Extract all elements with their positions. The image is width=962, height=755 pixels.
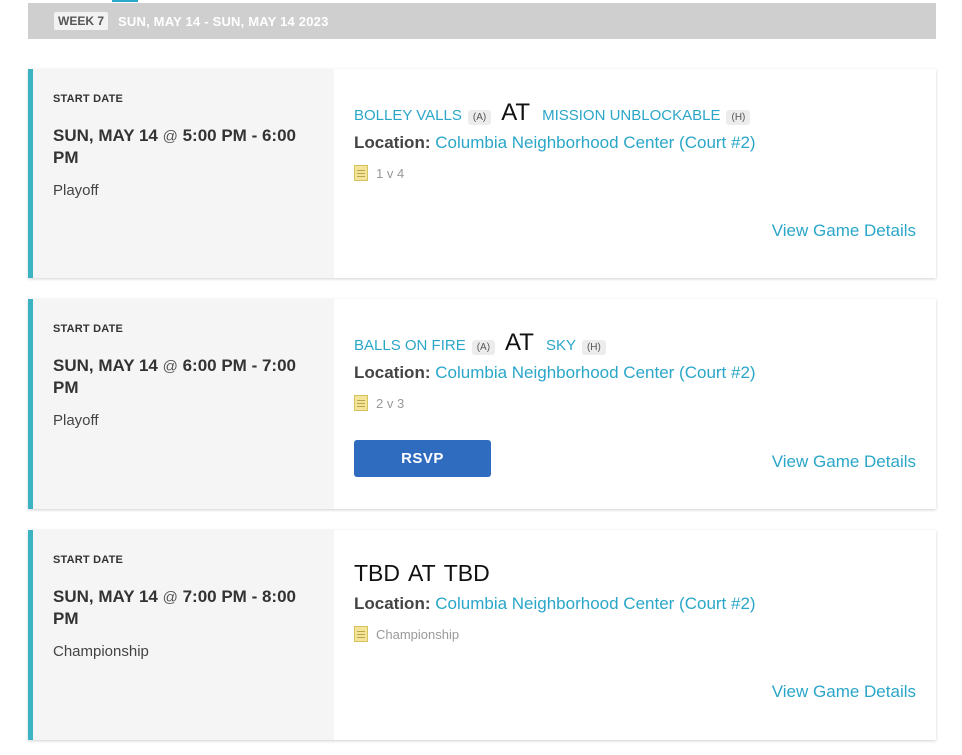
rsvp-button[interactable]: RSVP (354, 440, 491, 477)
note-icon (354, 165, 368, 181)
week-header: WEEK 7 SUN, MAY 14 - SUN, MAY 14 2023 (28, 3, 936, 39)
start-date-label: START DATE (53, 93, 124, 105)
game-note-text: 1 v 4 (376, 165, 405, 181)
at-symbol: @ (162, 358, 178, 375)
home-team: TBD (443, 560, 490, 586)
week-date-range: SUN, MAY 14 - SUN, MAY 14 2023 (118, 13, 329, 29)
game-card: START DATE SUN, MAY 14 @ 5:00 PM - 6:00 … (28, 69, 936, 278)
game-time: SUN, MAY 14 @ 7:00 PM - 8:00 PM (53, 586, 313, 629)
location: Location: Columbia Neighborhood Center (… (354, 363, 936, 383)
at-symbol: @ (162, 128, 178, 145)
location-link[interactable]: Columbia Neighborhood Center (Court #2) (435, 133, 755, 152)
matchup: BOLLEY VALLS (A) AT MISSION UNBLOCKABLE … (354, 99, 936, 129)
away-tag: (A) (471, 340, 496, 355)
game-time: SUN, MAY 14 @ 6:00 PM - 7:00 PM (53, 355, 313, 398)
game-note-text: Championship (376, 626, 460, 642)
game-info-panel: TBD AT TBD Location: Columbia Neighborho… (334, 530, 936, 740)
game-card: START DATE SUN, MAY 14 @ 7:00 PM - 8:00 … (28, 530, 936, 740)
game-date: SUN, MAY 14 (53, 126, 158, 145)
start-date-label: START DATE (53, 323, 124, 335)
location-link[interactable]: Columbia Neighborhood Center (Court #2) (435, 363, 755, 382)
note-icon (354, 626, 368, 642)
game-type: Playoff (53, 412, 99, 429)
location-label: Location: (354, 594, 431, 613)
at-word: AT (408, 560, 436, 586)
game-date: SUN, MAY 14 (53, 587, 158, 606)
game-note: 1 v 4 (354, 165, 936, 181)
note-icon (354, 395, 368, 411)
view-game-details-link[interactable]: View Game Details (772, 682, 916, 702)
location: Location: Columbia Neighborhood Center (… (354, 594, 936, 614)
away-team-link[interactable]: BOLLEY VALLS (354, 107, 462, 124)
at-word: AT (505, 329, 534, 356)
home-team-link[interactable]: SKY (546, 337, 576, 354)
away-team-link[interactable]: BALLS ON FIRE (354, 337, 466, 354)
start-date-label: START DATE (53, 554, 124, 566)
game-info-panel: BOLLEY VALLS (A) AT MISSION UNBLOCKABLE … (334, 69, 936, 278)
location: Location: Columbia Neighborhood Center (… (354, 133, 936, 153)
location-label: Location: (354, 363, 431, 382)
home-tag: (H) (726, 110, 751, 125)
game-note-text: 2 v 3 (376, 395, 405, 411)
game-card: START DATE SUN, MAY 14 @ 6:00 PM - 7:00 … (28, 299, 936, 509)
at-word: AT (501, 99, 531, 126)
game-time: SUN, MAY 14 @ 5:00 PM - 6:00 PM (53, 125, 313, 168)
game-type: Playoff (53, 182, 99, 199)
matchup: BALLS ON FIRE (A) AT SKY (H) (354, 329, 936, 359)
week-badge: WEEK 7 (54, 12, 109, 30)
location-link[interactable]: Columbia Neighborhood Center (Court #2) (435, 594, 755, 613)
game-type: Championship (53, 643, 149, 660)
matchup: TBD AT TBD (354, 560, 936, 590)
game-info-panel: BALLS ON FIRE (A) AT SKY (H) Location: C… (334, 299, 936, 509)
game-date: SUN, MAY 14 (53, 356, 158, 375)
game-date-panel: START DATE SUN, MAY 14 @ 5:00 PM - 6:00 … (28, 69, 334, 278)
game-note: Championship (354, 626, 936, 642)
game-date-panel: START DATE SUN, MAY 14 @ 6:00 PM - 7:00 … (28, 299, 334, 509)
view-game-details-link[interactable]: View Game Details (772, 452, 916, 472)
game-note: 2 v 3 (354, 395, 936, 411)
away-team: TBD (354, 560, 400, 586)
game-date-panel: START DATE SUN, MAY 14 @ 7:00 PM - 8:00 … (28, 530, 334, 740)
home-team-link[interactable]: MISSION UNBLOCKABLE (542, 107, 720, 124)
away-tag: (A) (467, 110, 492, 125)
top-link-fragment (112, 0, 138, 2)
home-tag: (H) (581, 340, 606, 355)
view-game-details-link[interactable]: View Game Details (772, 221, 916, 241)
location-label: Location: (354, 133, 431, 152)
at-symbol: @ (162, 589, 178, 606)
